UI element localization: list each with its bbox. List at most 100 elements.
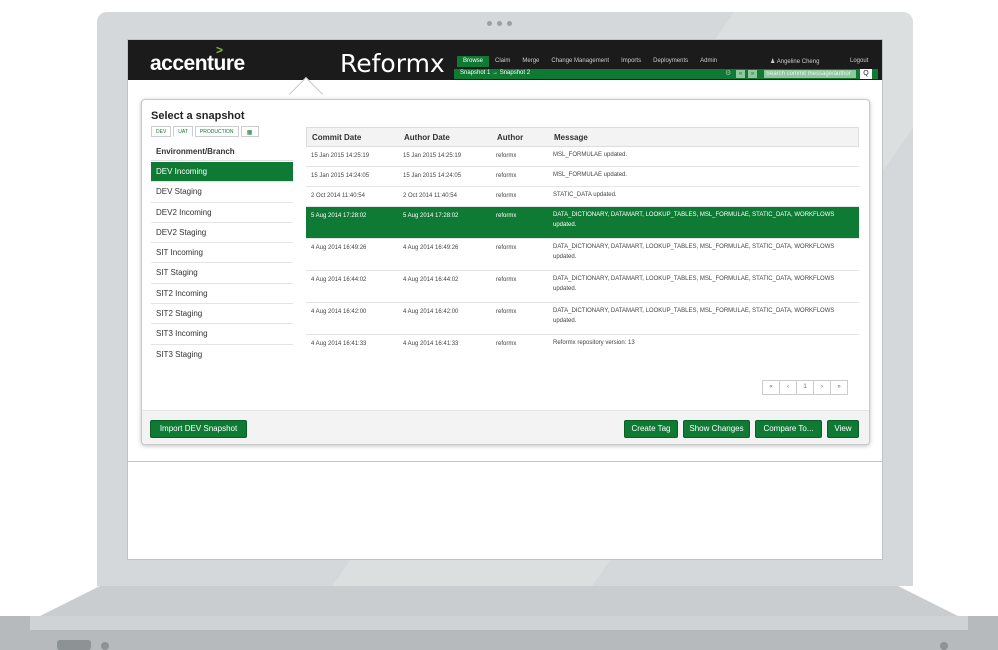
environment-tabs: DEV UAT PRODUCTION ▦ [151, 126, 259, 137]
branch-item[interactable]: SIT2 Staging [151, 304, 293, 325]
cell-commit-date: 15 Jan 2015 14:24:05 [311, 173, 370, 179]
cell-author: reformx [496, 277, 517, 283]
col-author-date[interactable]: Author Date [399, 133, 492, 142]
cell-commit-date: 4 Aug 2014 16:44:02 [311, 277, 367, 283]
nav-change-management[interactable]: Change Management [545, 56, 615, 67]
branch-item[interactable]: SIT Incoming [151, 243, 293, 264]
cell-author: reformx [496, 309, 517, 315]
nav-deployments[interactable]: Deployments [647, 56, 694, 67]
cell-message: DATA_DICTIONARY, DATAMART, LOOKUP_TABLES… [553, 308, 835, 324]
cell-message: STATIC_DATA updated. [553, 192, 617, 198]
laptop-led [940, 642, 948, 650]
gear-icon[interactable]: ⚙ [725, 69, 731, 77]
logo-mark: > [216, 43, 224, 57]
search-prev-button[interactable]: « [736, 70, 745, 78]
table-row[interactable]: 15 Jan 2015 14:24:05 15 Jan 2015 14:24:0… [306, 167, 859, 187]
camera-dots [487, 21, 512, 26]
laptop-led [101, 642, 109, 650]
table-row[interactable]: 4 Aug 2014 16:44:02 4 Aug 2014 16:44:02 … [306, 271, 859, 303]
nav-admin[interactable]: Admin [694, 56, 723, 67]
branch-item[interactable]: DEV2 Incoming [151, 203, 293, 223]
nav-merge[interactable]: Merge [516, 56, 545, 67]
cell-author-date: 4 Aug 2014 16:49:26 [403, 245, 459, 251]
cell-commit-date: 2 Oct 2014 11:40:54 [311, 193, 365, 199]
branch-item[interactable]: SIT3 Staging [151, 345, 293, 365]
panel-footer: Import DEV Snapshot Create Tag Show Chan… [142, 410, 869, 444]
search-icon[interactable]: Q [860, 69, 872, 79]
snapshot-bar: Snapshot 1 → Snapshot 2 ⚙ « » Q [454, 69, 878, 79]
cell-author-date: 4 Aug 2014 16:42:00 [403, 309, 459, 315]
user-menu[interactable]: ♟ Angeline Cheng [770, 58, 819, 65]
app-bottom-edge [128, 461, 882, 462]
laptop-base-top [40, 586, 958, 616]
app-header: accenture > Reformx Browse Claim Merge C… [128, 40, 882, 80]
cell-message: Reformx repository version: 13 [553, 340, 635, 346]
cell-author-date: 5 Aug 2014 17:28:02 [403, 213, 459, 219]
cell-author-date: 4 Aug 2014 16:44:02 [403, 277, 459, 283]
laptop-base-edge [30, 616, 968, 630]
cell-author: reformx [496, 245, 517, 251]
cell-message: MSL_FORMULAE updated. [553, 152, 628, 158]
logout-link[interactable]: Logout [850, 58, 868, 64]
cell-message: DATA_DICTIONARY, DATAMART, LOOKUP_TABLES… [553, 276, 835, 292]
cell-commit-date: 15 Jan 2015 14:25:19 [311, 153, 370, 159]
page-prev-button[interactable]: ‹ [779, 380, 797, 395]
cell-author-date: 15 Jan 2015 14:25:19 [403, 153, 462, 159]
table-row[interactable]: 2 Oct 2014 11:40:54 2 Oct 2014 11:40:54 … [306, 187, 859, 207]
nav-browse[interactable]: Browse [457, 56, 490, 67]
cell-author-date: 15 Jan 2015 14:24:05 [403, 173, 462, 179]
page-number[interactable]: 1 [796, 380, 814, 395]
cell-commit-date: 4 Aug 2014 16:41:33 [311, 341, 367, 347]
branch-item[interactable]: SIT2 Incoming [151, 284, 293, 305]
main-nav: Browse Claim Merge Change Management Imp… [457, 56, 723, 67]
laptop-stage: accenture > Reformx Browse Claim Merge C… [0, 0, 998, 650]
nav-imports[interactable]: Imports [615, 56, 647, 67]
view-button[interactable]: View [827, 420, 859, 438]
branch-item[interactable]: SIT Staging [151, 263, 293, 284]
search-input[interactable] [764, 70, 856, 78]
table-row[interactable]: 4 Aug 2014 16:41:33 4 Aug 2014 16:41:33 … [306, 335, 859, 355]
tab-production[interactable]: PRODUCTION [194, 126, 239, 137]
tab-uat[interactable]: UAT [173, 126, 193, 137]
panel-title: Select a snapshot [151, 110, 245, 122]
pagination: « ‹ 1 › » [762, 380, 848, 395]
cell-author: reformx [496, 193, 517, 199]
branch-item[interactable]: DEV2 Staging [151, 223, 293, 244]
product-name[interactable]: Reformx [340, 49, 445, 78]
user-icon: ♟ [770, 59, 776, 65]
create-tag-button[interactable]: Create Tag [624, 420, 678, 438]
commit-table-header: Commit Date Author Date Author Message [306, 127, 859, 147]
cell-author: reformx [496, 213, 517, 219]
breadcrumb: Snapshot 1 → Snapshot 2 [460, 70, 531, 76]
page-last-button[interactable]: » [830, 380, 848, 395]
table-icon[interactable]: ▦ [240, 126, 259, 137]
user-name: Angeline Cheng [776, 59, 820, 65]
branch-item[interactable]: DEV Staging [151, 182, 293, 203]
cell-commit-date: 4 Aug 2014 16:49:26 [311, 245, 367, 251]
commit-table: Commit Date Author Date Author Message 1… [306, 127, 859, 355]
search-next-button[interactable]: » [748, 70, 757, 78]
table-row[interactable]: 15 Jan 2015 14:25:19 15 Jan 2015 14:25:1… [306, 147, 859, 167]
page-first-button[interactable]: « [762, 380, 780, 395]
branch-item[interactable]: DEV Incoming [151, 162, 293, 183]
snapshot-panel: Select a snapshot DEV UAT PRODUCTION ▦ E… [141, 99, 870, 445]
table-row-selected[interactable]: 5 Aug 2014 17:28:02 5 Aug 2014 17:28:02 … [306, 207, 859, 239]
cell-message: DATA_DICTIONARY, DATAMART, LOOKUP_TABLES… [553, 212, 835, 228]
nav-claim[interactable]: Claim [489, 56, 516, 67]
cell-commit-date: 5 Aug 2014 17:28:02 [311, 213, 367, 219]
col-author[interactable]: Author [492, 133, 547, 142]
branch-item[interactable]: SIT3 Incoming [151, 324, 293, 345]
screen: accenture > Reformx Browse Claim Merge C… [127, 39, 883, 560]
company-logo[interactable]: accenture [150, 52, 245, 76]
col-message[interactable]: Message [547, 133, 858, 142]
table-row[interactable]: 4 Aug 2014 16:49:26 4 Aug 2014 16:49:26 … [306, 239, 859, 271]
compare-to-button[interactable]: Compare To... [755, 420, 822, 438]
tab-dev[interactable]: DEV [151, 126, 172, 137]
page-next-button[interactable]: › [813, 380, 831, 395]
col-commit-date[interactable]: Commit Date [307, 133, 399, 142]
import-snapshot-button[interactable]: Import DEV Snapshot [150, 420, 247, 438]
table-row[interactable]: 4 Aug 2014 16:42:00 4 Aug 2014 16:42:00 … [306, 303, 859, 335]
cell-author-date: 4 Aug 2014 16:41:33 [403, 341, 459, 347]
cell-author: reformx [496, 341, 517, 347]
show-changes-button[interactable]: Show Changes [683, 420, 750, 438]
